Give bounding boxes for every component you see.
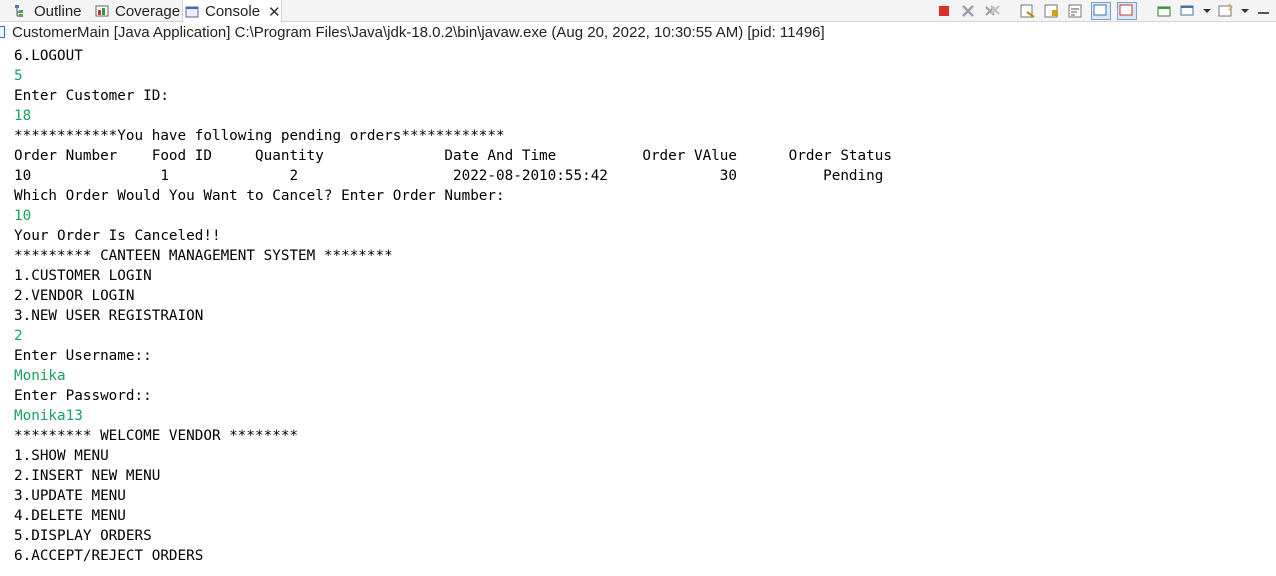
clear-console-icon[interactable] (1019, 3, 1037, 19)
terminate-icon[interactable] (935, 3, 953, 19)
remove-launch-icon[interactable] (959, 3, 977, 19)
console-input-line: 2 (14, 328, 23, 344)
chevron-down-icon[interactable] (1203, 3, 1211, 19)
console-output-line: 6.LOGOUT (14, 48, 83, 64)
tab-outline[interactable]: Outline (12, 0, 82, 22)
console-output-line: Your Order Is Canceled!! (14, 228, 221, 244)
console-output-line: 10 1 2 2022-08-2010:55:42 30 Pending (14, 168, 884, 184)
show-stdout-icon[interactable] (1091, 2, 1111, 20)
tab-label: Coverage (115, 2, 181, 20)
console-output-line: ************You have following pending o… (14, 128, 505, 144)
display-console-icon[interactable] (1179, 3, 1197, 19)
tab-label: Console (205, 3, 261, 20)
console-page-icon (0, 26, 5, 38)
launch-configuration-label: CustomerMain [Java Application] C:\Progr… (0, 23, 1276, 43)
tab-console[interactable]: Console ✕ (182, 0, 282, 23)
tab-label: Outline (34, 2, 82, 20)
console-output-line: Enter Password:: (14, 388, 152, 404)
console-input-line: 10 (14, 208, 32, 224)
pin-console-icon[interactable] (1155, 3, 1173, 19)
console-output-line: ********* CANTEEN MANAGEMENT SYSTEM ****… (14, 248, 393, 264)
console-toolbar (932, 0, 1276, 22)
open-console-icon[interactable] (1217, 3, 1235, 19)
scroll-lock-icon[interactable] (1043, 3, 1061, 19)
console-output-line: Order Number Food ID Quantity Date And T… (14, 148, 892, 164)
minimize-view-icon[interactable] (1255, 3, 1273, 19)
console-output-line: 6.ACCEPT/REJECT ORDERS (14, 548, 204, 564)
console-output-line: 5.DISPLAY ORDERS (14, 528, 152, 544)
close-icon[interactable]: ✕ (268, 3, 281, 21)
console-output-line: 2.VENDOR LOGIN (14, 288, 135, 304)
outline-icon (14, 4, 28, 18)
console-input-line: Monika13 (14, 408, 83, 424)
console-input-line: 5 (14, 68, 23, 84)
launch-info-text: CustomerMain [Java Application] C:\Progr… (12, 24, 825, 41)
console-input-line: Monika (14, 368, 66, 384)
console-output-line: Enter Username:: (14, 348, 152, 364)
console-output-line: 4.DELETE MENU (14, 508, 126, 524)
console-icon (185, 5, 199, 19)
console-input-line: 18 (14, 108, 32, 124)
remove-all-terminated-icon[interactable] (983, 3, 1001, 19)
console-output-line: Enter Customer ID: (14, 88, 169, 104)
console-output-line: 3.UPDATE MENU (14, 488, 126, 504)
console-output-line: 3.NEW USER REGISTRAION (14, 308, 204, 324)
chevron-down-icon[interactable] (1241, 3, 1249, 19)
console-output[interactable]: 6.LOGOUT 5 Enter Customer ID: 18 ***********… (14, 46, 1264, 566)
tab-coverage[interactable]: Coverage (93, 0, 180, 22)
console-output-line: ********* WELCOME VENDOR ******** (14, 428, 299, 444)
console-output-line: Which Order Would You Want to Cancel? En… (14, 188, 505, 204)
coverage-icon (95, 4, 109, 18)
show-stderr-icon[interactable] (1117, 2, 1137, 20)
console-output-line: 2.INSERT NEW MENU (14, 468, 161, 484)
word-wrap-icon[interactable] (1067, 3, 1085, 19)
console-output-line: 1.SHOW MENU (14, 448, 109, 464)
view-tab-bar: Outline Coverage Console ✕ (0, 0, 1276, 23)
console-output-line: 1.CUSTOMER LOGIN (14, 268, 152, 284)
